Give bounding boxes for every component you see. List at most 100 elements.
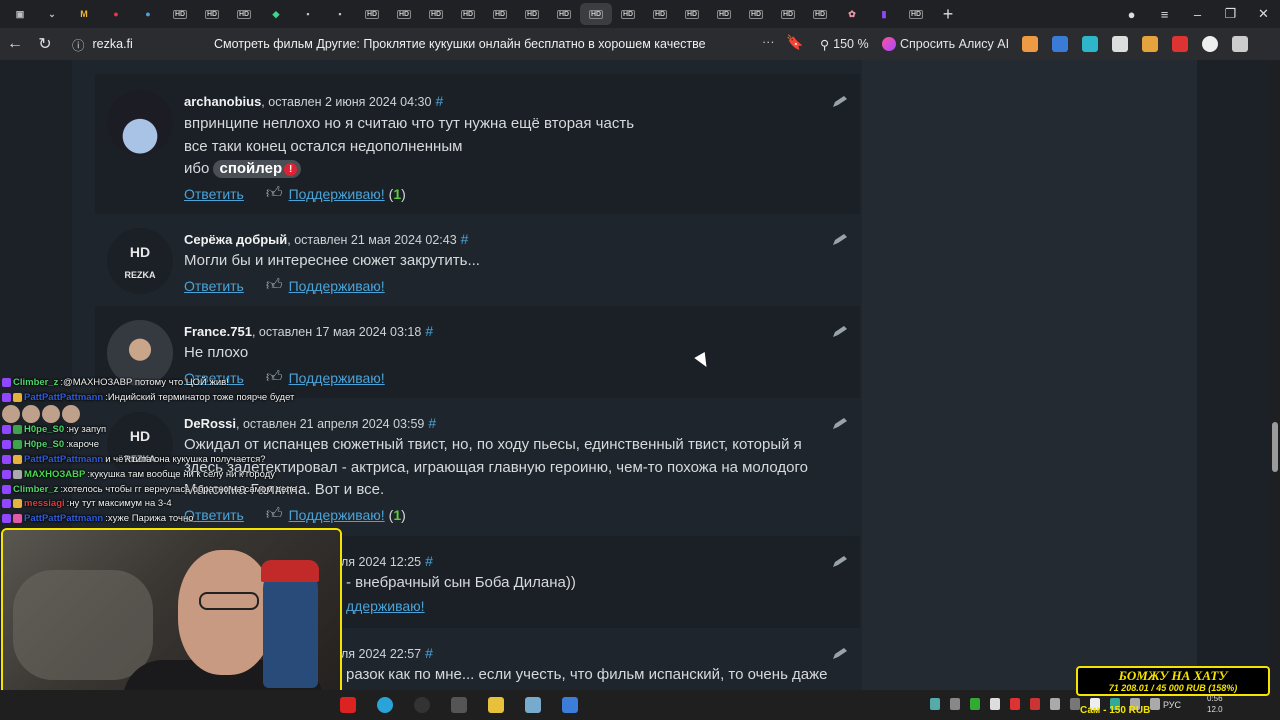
spoiler-button[interactable]: спойлер! (213, 160, 302, 178)
tab-hd-active[interactable]: HD (580, 3, 612, 25)
support-link[interactable]: Поддерживаю! (289, 186, 385, 202)
download-icon[interactable] (1202, 36, 1218, 52)
tab-hd-1[interactable]: HD (164, 3, 196, 25)
permalink-icon[interactable]: # (425, 323, 433, 339)
tab-8[interactable]: ✿ (836, 3, 868, 25)
tab-5[interactable]: ◆ (260, 3, 292, 25)
extension-icon[interactable] (1232, 36, 1248, 52)
tab-hd-9[interactable]: HD (516, 3, 548, 25)
profile-icon[interactable]: ● (1115, 7, 1148, 22)
app-icon[interactable] (451, 697, 467, 713)
tray-icon[interactable] (930, 698, 940, 710)
reply-link[interactable]: Ответить (184, 186, 244, 202)
tab-hd-18[interactable]: HD (900, 3, 932, 25)
edit-icon[interactable] (832, 556, 848, 568)
tab-hd-15[interactable]: HD (740, 3, 772, 25)
tab-6[interactable]: ▪ (292, 3, 324, 25)
app-icon[interactable] (562, 697, 578, 713)
tab-hd-14[interactable]: HD (708, 3, 740, 25)
tab-hd-17[interactable]: HD (804, 3, 836, 25)
tab-7[interactable]: ▪ (324, 3, 356, 25)
tab-hd-12[interactable]: HD (644, 3, 676, 25)
app-icon[interactable] (414, 697, 430, 713)
site-info-icon[interactable]: ⓘ (72, 35, 85, 54)
tray-icon[interactable] (970, 698, 980, 710)
app-icon[interactable] (525, 697, 541, 713)
thumbs-up-icon[interactable]: 👍︎ (266, 276, 283, 295)
url-text[interactable]: rezka.fi (93, 37, 133, 51)
tab-2[interactable]: M (68, 3, 100, 25)
scroll-thumb[interactable] (1272, 422, 1278, 472)
tab-hd-2[interactable]: HD (196, 3, 228, 25)
extension-icon[interactable] (1172, 36, 1188, 52)
tab-4[interactable]: ● (132, 3, 164, 25)
edit-icon[interactable] (832, 418, 848, 430)
thumbs-up-icon[interactable]: 👍︎ (266, 184, 283, 203)
edit-icon[interactable] (832, 234, 848, 246)
reply-link[interactable]: Ответить (184, 278, 244, 294)
translate-icon[interactable] (1052, 36, 1068, 52)
tray-icon[interactable] (1050, 698, 1060, 710)
tray-icon[interactable] (1010, 698, 1020, 710)
tray-icon[interactable] (990, 698, 1000, 710)
page-scrollbar[interactable] (1270, 60, 1280, 690)
extension-icon[interactable] (1082, 36, 1098, 52)
tab-hd-6[interactable]: HD (420, 3, 452, 25)
tab-hd-4[interactable]: HD (356, 3, 388, 25)
support-link[interactable]: Поддерживаю! (289, 278, 385, 294)
extension-icon[interactable] (1142, 36, 1158, 52)
new-tab-button[interactable]: + (936, 3, 960, 25)
edit-icon[interactable] (832, 648, 848, 660)
reload-icon[interactable]: ↻ (30, 34, 60, 54)
comment-author[interactable]: France.751 (184, 324, 252, 339)
permalink-icon[interactable]: # (428, 415, 436, 431)
telegram-icon[interactable] (377, 697, 393, 713)
bookmark-icon[interactable]: 🔖 (786, 34, 803, 51)
extension-icon[interactable] (1112, 36, 1128, 52)
permalink-icon[interactable]: # (425, 645, 433, 661)
app-icon[interactable] (488, 697, 504, 713)
chat-text: кукушка там вообще ни к селу ни к городу (90, 468, 276, 480)
input-language[interactable]: РУС (1163, 700, 1181, 710)
tab-3[interactable]: ● (100, 3, 132, 25)
tab-hd-7[interactable]: HD (452, 3, 484, 25)
edit-icon[interactable] (832, 326, 848, 338)
menu-icon[interactable]: ≡ (1148, 7, 1181, 22)
tab-hd-5[interactable]: HD (388, 3, 420, 25)
restore-icon[interactable]: ❐ (1214, 6, 1247, 22)
tab-hd-8[interactable]: HD (484, 3, 516, 25)
edit-icon[interactable] (832, 96, 848, 108)
comment-author[interactable]: archanobius (184, 94, 261, 109)
avatar[interactable]: HD REZKA (107, 228, 173, 294)
support-link[interactable]: ддерживаю! (346, 598, 425, 614)
volume-icon[interactable] (1150, 698, 1160, 710)
zoom-indicator[interactable]: ⚲ 150 % (814, 33, 875, 55)
ask-alice-button[interactable]: Спросить Алису AI (876, 33, 1015, 55)
tab-dropdown[interactable]: ⌄ (36, 3, 68, 25)
clock[interactable]: 0:56 12.0 (1207, 693, 1223, 715)
tab-hd-3[interactable]: HD (228, 3, 260, 25)
more-icon[interactable]: ··· (762, 35, 775, 49)
tray-icon[interactable] (1070, 698, 1080, 710)
webcam-motorcycle-art (13, 570, 153, 680)
yandex-icon[interactable] (340, 697, 356, 713)
close-icon[interactable]: ✕ (1247, 6, 1280, 22)
tab-hd-13[interactable]: HD (676, 3, 708, 25)
comment-author[interactable]: Серёжа добрый (184, 232, 287, 247)
tab-hd-10[interactable]: HD (548, 3, 580, 25)
minimize-icon[interactable]: – (1181, 7, 1214, 22)
comment-line: ибо (184, 160, 210, 177)
tab-1[interactable]: ▣ (4, 3, 36, 25)
tray-icon[interactable] (950, 698, 960, 710)
avatar[interactable] (107, 90, 173, 156)
tab-hd-11[interactable]: HD (612, 3, 644, 25)
bits-badge-icon (13, 392, 22, 402)
tab-9[interactable]: ▮ (868, 3, 900, 25)
permalink-icon[interactable]: # (461, 231, 469, 247)
permalink-icon[interactable]: # (425, 553, 433, 569)
tab-hd-16[interactable]: HD (772, 3, 804, 25)
tray-icon[interactable] (1030, 698, 1040, 710)
back-icon[interactable]: ← (0, 35, 30, 53)
permalink-icon[interactable]: # (435, 93, 443, 109)
extension-icon[interactable] (1022, 36, 1038, 52)
